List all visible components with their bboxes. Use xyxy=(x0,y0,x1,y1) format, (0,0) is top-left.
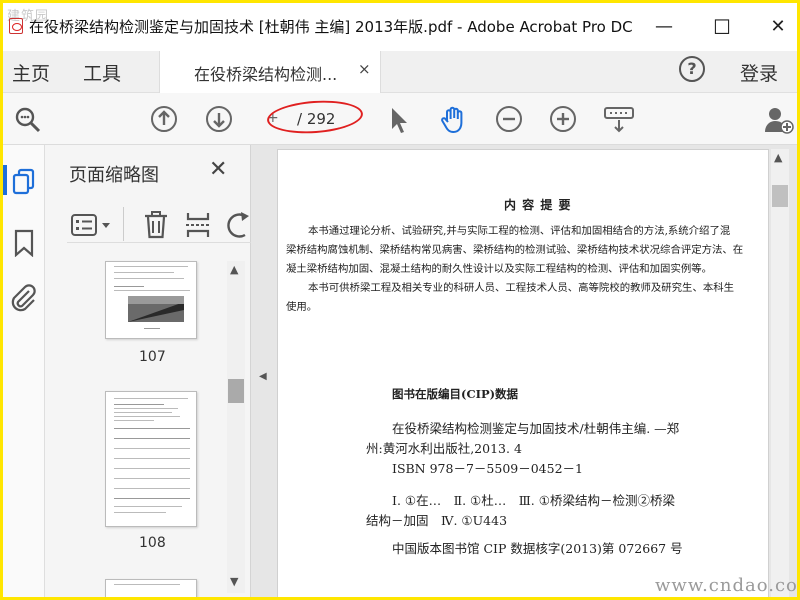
summary-line-1: 本书通过理论分析、试验研究,并与实际工程的检测、评估和加固相结合的方法,系统介绍… xyxy=(308,225,731,237)
hand-tool-icon[interactable] xyxy=(439,105,467,134)
document-scroll-thumb[interactable] xyxy=(772,185,788,207)
app-window: 建筑园 在役桥梁结构检测鉴定与加固技术 [杜朝伟 主编] 2013年版.pdf … xyxy=(0,0,800,600)
summary-line-5: 使用。 xyxy=(286,301,318,313)
thumbnail-label-107: 107 xyxy=(139,349,166,365)
page-thumbnails-icon[interactable] xyxy=(11,167,37,201)
bookmark-icon[interactable] xyxy=(13,229,35,261)
thumbnail-options-icon[interactable] xyxy=(71,213,113,241)
tab-tools[interactable]: 工具 xyxy=(83,59,121,86)
zoom-out-icon[interactable] xyxy=(495,105,523,133)
rotate-page-icon[interactable] xyxy=(227,211,249,243)
thumbnails-panel: 页面缩略图 ✕ 107 108 ▲ ▼ xyxy=(45,145,251,597)
login-button[interactable]: 登录 xyxy=(740,59,778,86)
summary-line-2: 梁桥结构腐蚀机制、梁桥结构常见病害、梁桥结构的检测试验、梁桥结构技术状况综合评定… xyxy=(286,244,744,256)
panel-title: 页面缩略图 xyxy=(69,165,159,186)
keyboard-input-icon[interactable] xyxy=(603,105,634,133)
thumbnail-scrollbar[interactable]: ▲ ▼ xyxy=(227,261,245,593)
close-tab-icon[interactable]: × xyxy=(358,60,371,78)
thumbnail-page-109[interactable] xyxy=(105,579,197,597)
close-window-button[interactable]: ✕ xyxy=(763,13,793,41)
summary-line-3: 凝土梁桥结构加固、混凝土结构的耐久性设计以及实际工程结构的检测、评估和加固实例等… xyxy=(286,263,713,275)
scroll-up-arrow-icon[interactable]: ▲ xyxy=(230,263,238,276)
previous-page-icon[interactable] xyxy=(150,105,178,133)
left-rail xyxy=(3,145,45,597)
rail-active-indicator xyxy=(3,165,7,195)
thumbnail-scroll-thumb[interactable] xyxy=(228,379,244,403)
cip-line-2: 州:黄河水利出版社,2013. 4 xyxy=(366,441,522,456)
document-view: ◀ 内 容 提 要 本书通过理论分析、试验研究,并与实际工程的检测、评估和加固相… xyxy=(251,145,797,597)
tab-document[interactable]: 在役桥梁结构检测... × xyxy=(159,51,381,93)
thumbnail-label-108: 108 xyxy=(139,535,166,551)
bridge-photo-thumbnail xyxy=(128,296,184,322)
zoom-in-icon[interactable] xyxy=(549,105,577,133)
scroll-down-arrow-icon[interactable]: ▼ xyxy=(230,575,238,588)
toolbar: + / 292 xyxy=(3,93,797,145)
minimize-button[interactable]: — xyxy=(649,13,679,41)
document-tab-label: 在役桥梁结构检测... xyxy=(194,65,338,84)
doc-scroll-up-icon[interactable]: ▲ xyxy=(774,151,782,164)
next-page-icon[interactable] xyxy=(205,105,233,133)
add-user-icon[interactable] xyxy=(763,105,794,134)
summary-line-4: 本书可供桥梁工程及相关专业的科研人员、工程技术人员、高等院校的教师及研究生、本科… xyxy=(308,282,735,294)
cip-class-line-2: 结构－加固 Ⅳ. ①U443 xyxy=(366,513,508,528)
panel-close-icon[interactable]: ✕ xyxy=(209,157,227,182)
help-icon[interactable]: ? xyxy=(679,56,705,82)
summary-heading: 内 容 提 要 xyxy=(504,198,572,212)
page-number-field[interactable]: + / 292 xyxy=(261,97,364,137)
tab-bar: 主页 工具 在役桥梁结构检测... × ? 登录 xyxy=(3,51,797,93)
window-title: 在役桥梁结构检测鉴定与加固技术 [杜朝伟 主编] 2013年版.pdf - Ad… xyxy=(29,18,633,36)
cip-isbn: ISBN 978－7－5509－0452－1 xyxy=(392,461,583,476)
select-cursor-icon[interactable] xyxy=(387,105,415,133)
cip-line-1: 在役桥梁结构检测鉴定与加固技术/杜朝伟主编. —郑 xyxy=(392,421,680,436)
pdf-page: 内 容 提 要 本书通过理论分析、试验研究,并与实际工程的检测、评估和加固相结合… xyxy=(277,149,769,597)
cip-record: 中国版本图书馆 CIP 数据核字(2013)第 072667 号 xyxy=(392,541,683,556)
document-scrollbar[interactable]: ▲ xyxy=(771,149,789,597)
acrobat-logo-icon xyxy=(9,18,23,34)
tab-home[interactable]: 主页 xyxy=(12,59,50,86)
crop-pages-icon[interactable] xyxy=(185,211,211,243)
title-bar: 建筑园 在役桥梁结构检测鉴定与加固技术 [杜朝伟 主编] 2013年版.pdf … xyxy=(3,3,797,51)
toolbar-divider xyxy=(123,207,124,241)
delete-pages-icon[interactable] xyxy=(143,211,169,243)
cip-class-line-1: Ⅰ. ①在… Ⅱ. ①杜… Ⅲ. ①桥梁结构－检测②桥梁 xyxy=(392,493,675,508)
collapse-panel-icon[interactable]: ◀ xyxy=(259,371,267,382)
panel-toolbar xyxy=(67,207,251,243)
maximize-button[interactable]: ☐ xyxy=(707,13,737,41)
watermark-bottom: www.cndao.com xyxy=(655,575,800,596)
attachment-icon[interactable] xyxy=(9,283,37,317)
search-icon[interactable] xyxy=(13,105,41,133)
cip-heading: 图书在版编目(CIP)数据 xyxy=(392,387,519,401)
thumbnail-page-108[interactable] xyxy=(105,391,197,527)
thumbnail-page-107[interactable] xyxy=(105,261,197,339)
red-annotation-circle xyxy=(266,97,364,137)
